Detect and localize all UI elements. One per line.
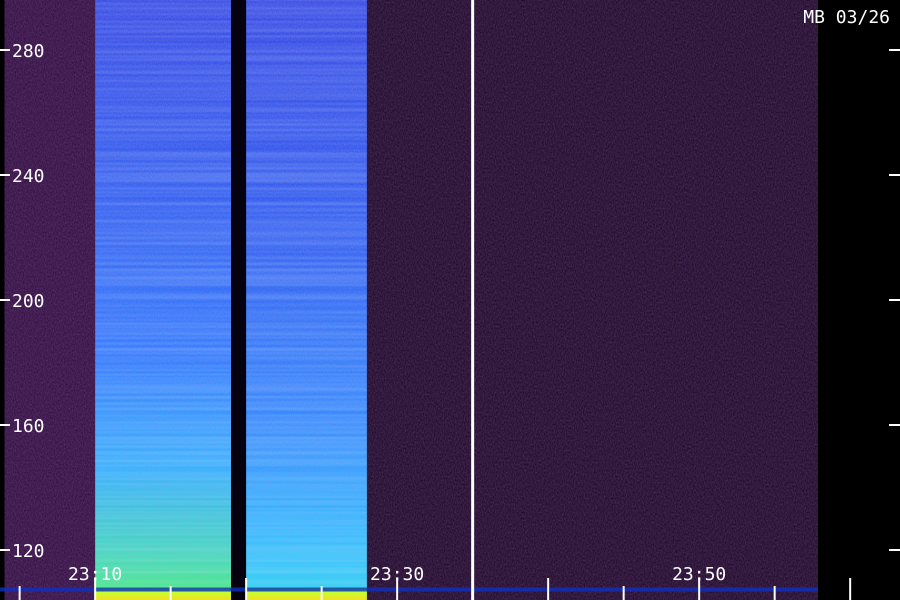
- x-tick-label-2: 23:50: [672, 564, 726, 585]
- y-tick-label-160: 160: [12, 416, 45, 437]
- no-data-region: [818, 0, 900, 600]
- spectrogram-bands: [0, 0, 900, 600]
- y-tick-label-240: 240: [12, 166, 45, 187]
- band-gap: [231, 0, 247, 600]
- band-streaks-bright-segment-1: [95, 0, 232, 600]
- y-tick-label-200: 200: [12, 291, 45, 312]
- chart-title: MB 03/26: [803, 7, 890, 28]
- base-noise-strip: [0, 587, 818, 592]
- x-tick-label-1: 23:30: [370, 564, 424, 585]
- y-tick-label-280: 280: [12, 41, 45, 62]
- x-tick-label-0: 23:10: [68, 564, 122, 585]
- spectrogram-chart: 120 160 200 240 280 23:10 23:30 23:50 MB 03/26: [0, 0, 900, 600]
- band-texture-post-event: [366, 0, 818, 600]
- y-tick-label-120: 120: [12, 541, 45, 562]
- band-streaks-bright-segment-2: [246, 0, 367, 600]
